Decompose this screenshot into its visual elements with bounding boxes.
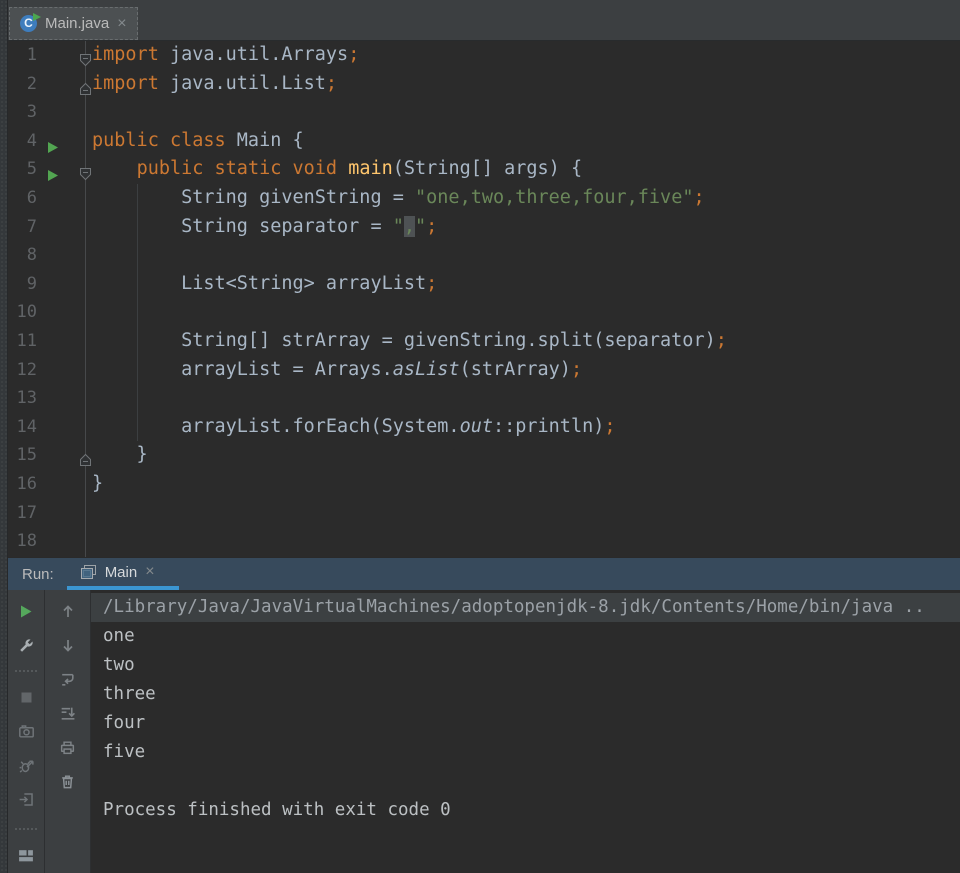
code-line[interactable]: 8 — [8, 241, 960, 270]
code-line[interactable]: 16} — [8, 470, 960, 499]
tool-window-stripe — [0, 0, 8, 873]
line-number: 4 — [8, 127, 37, 156]
thread-dump-camera-icon[interactable] — [15, 720, 37, 742]
run-toolbar — [8, 590, 45, 873]
close-icon[interactable]: × — [117, 17, 126, 31]
fold-end-icon[interactable] — [79, 82, 92, 96]
line-number: 16 — [8, 470, 37, 499]
restart-debugger-icon[interactable] — [15, 754, 37, 776]
code-line[interactable]: 2 import java.util.List; — [8, 70, 960, 99]
run-label: Run: — [22, 566, 54, 583]
console-toolbar — [45, 590, 91, 873]
console-icon — [80, 564, 97, 580]
line-number: 15 — [8, 441, 37, 470]
code-line[interactable]: 6 String givenString = "one,two,three,fo… — [8, 184, 960, 213]
code-text: String givenString = "one,two,three,four… — [92, 184, 705, 213]
editor-tab-bar: C Main.java × — [8, 0, 960, 41]
restore-layout-icon[interactable] — [15, 844, 37, 866]
code-editor[interactable]: 1 import java.util.Arrays; 2 import java.ut… — [8, 41, 960, 557]
line-number: 12 — [8, 356, 37, 385]
line-number: 17 — [8, 499, 37, 528]
line-number: 6 — [8, 184, 37, 213]
code-line[interactable]: 7 String separator = ","; — [8, 213, 960, 242]
fold-start-icon[interactable] — [79, 167, 92, 181]
console-output-line: Process finished with exit code 0 — [91, 796, 960, 825]
next-occurrence-icon[interactable] — [57, 634, 79, 656]
stop-button[interactable] — [15, 686, 37, 708]
code-line[interactable]: 17 — [8, 499, 960, 528]
run-console[interactable]: /Library/Java/JavaVirtualMachines/adopto… — [91, 590, 960, 873]
soft-wrap-icon[interactable] — [57, 668, 79, 690]
code-line[interactable]: 13 — [8, 384, 960, 413]
console-output-line: three — [91, 680, 960, 709]
code-text: } — [92, 470, 103, 499]
code-line[interactable]: 1 import java.util.Arrays; — [8, 41, 960, 70]
code-text: List<String> arrayList; — [92, 270, 437, 299]
line-number: 18 — [8, 527, 37, 556]
code-text: arrayList = Arrays.asList(strArray); — [92, 356, 582, 385]
code-text: } — [92, 441, 148, 470]
toolbar-separator — [15, 828, 37, 830]
code-line[interactable]: 3 — [8, 98, 960, 127]
show-process-icon[interactable] — [15, 788, 37, 810]
line-number: 14 — [8, 413, 37, 442]
code-text: String separator = ","; — [92, 213, 437, 242]
run-arrow-icon[interactable] — [47, 141, 59, 154]
java-class-icon: C — [20, 15, 37, 32]
scroll-to-end-icon[interactable] — [57, 702, 79, 724]
fold-start-icon[interactable] — [79, 53, 92, 67]
fold-end-icon[interactable] — [79, 453, 92, 467]
line-number: 13 — [8, 384, 37, 413]
line-number: 7 — [8, 213, 37, 242]
code-text: import java.util.Arrays; — [92, 41, 359, 70]
settings-wrench-icon[interactable] — [15, 634, 37, 656]
code-line[interactable]: 9 List<String> arrayList; — [8, 270, 960, 299]
toolbar-separator — [15, 670, 37, 672]
close-icon[interactable]: × — [145, 565, 154, 579]
code-line[interactable]: 5 public static void main(String[] args)… — [8, 155, 960, 184]
console-output-line: one — [91, 622, 960, 651]
code-line[interactable]: 10 — [8, 298, 960, 327]
line-number: 10 — [8, 298, 37, 327]
run-arrow-icon[interactable] — [47, 169, 59, 182]
line-number: 5 — [8, 155, 37, 184]
rerun-button[interactable] — [15, 600, 37, 622]
run-tab-main[interactable]: Main × — [67, 558, 179, 590]
code-text: arrayList.forEach(System.out::println); — [92, 413, 616, 442]
run-tool-window-header: Run: Main × — [8, 557, 960, 590]
code-line[interactable]: 4 public class Main { — [8, 127, 960, 156]
line-number: 11 — [8, 327, 37, 356]
code-line[interactable]: 18 — [8, 527, 960, 556]
run-tab-title: Main — [105, 564, 138, 581]
code-text: public class Main { — [92, 127, 304, 156]
console-output-line — [91, 767, 960, 796]
editor-tab-title: Main.java — [45, 15, 109, 32]
editor-tab-main-java[interactable]: C Main.java × — [9, 7, 138, 40]
code-line[interactable]: 14 arrayList.forEach(System.out::println… — [8, 413, 960, 442]
code-line[interactable]: 12 arrayList = Arrays.asList(strArray); — [8, 356, 960, 385]
console-output-line: four — [91, 709, 960, 738]
code-line[interactable]: 15 } — [8, 441, 960, 470]
line-number: 2 — [8, 70, 37, 99]
prev-occurrence-icon[interactable] — [57, 600, 79, 622]
code-text: String[] strArray = givenString.split(se… — [92, 327, 727, 356]
clear-all-trash-icon[interactable] — [57, 770, 79, 792]
code-text: public static void main(String[] args) { — [92, 155, 582, 184]
code-text: import java.util.List; — [92, 70, 337, 99]
print-icon[interactable] — [57, 736, 79, 758]
line-number: 8 — [8, 241, 37, 270]
run-tool-window: /Library/Java/JavaVirtualMachines/adopto… — [8, 590, 960, 873]
line-number: 3 — [8, 98, 37, 127]
console-output-line: two — [91, 651, 960, 680]
console-command-line: /Library/Java/JavaVirtualMachines/adopto… — [91, 593, 960, 622]
line-number: 1 — [8, 41, 37, 70]
code-line[interactable]: 11 String[] strArray = givenString.split… — [8, 327, 960, 356]
console-output-line: five — [91, 738, 960, 767]
ide-window: C Main.java × 1import java.util.Arrays;2… — [8, 0, 960, 873]
line-number: 9 — [8, 270, 37, 299]
